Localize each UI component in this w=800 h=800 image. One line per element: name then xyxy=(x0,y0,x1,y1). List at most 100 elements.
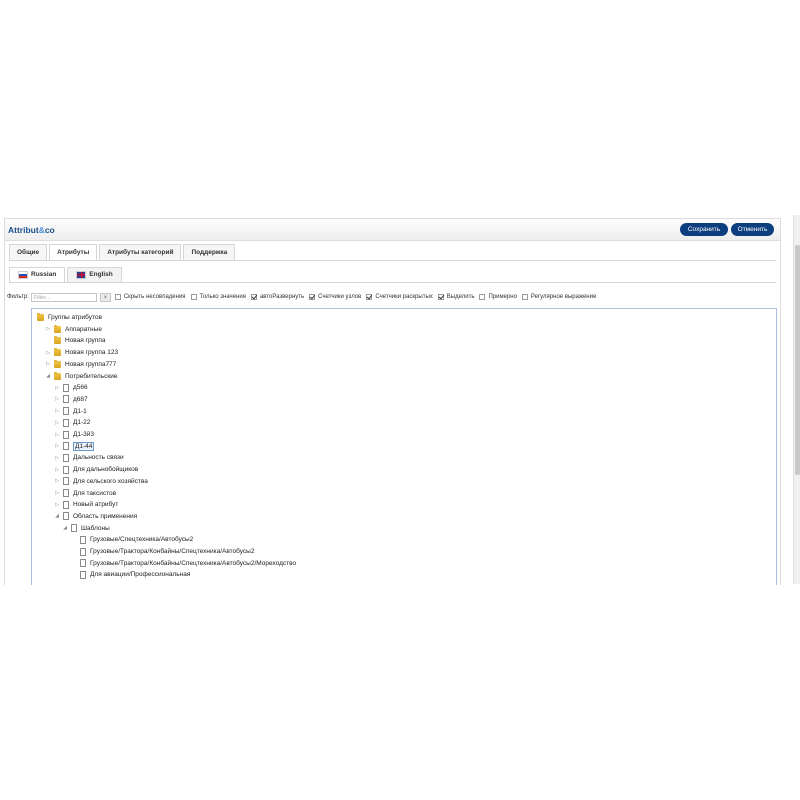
tab-russian[interactable]: Russian xyxy=(9,267,66,283)
tree-node[interactable]: ▷ Аппаратные xyxy=(45,324,102,335)
tree-node-label[interactable]: Грузовые/Спецтехника/Автобусы2 xyxy=(90,536,193,543)
tab-support[interactable]: Поддержка xyxy=(183,244,236,261)
expand-arrow-icon[interactable]: ◢ xyxy=(62,525,68,531)
document-icon xyxy=(80,535,86,544)
cancel-button[interactable]: Отменить xyxy=(731,223,774,236)
checkbox[interactable] xyxy=(114,294,121,300)
checkbox[interactable] xyxy=(521,294,528,300)
expand-arrow-icon[interactable]: ▷ xyxy=(45,326,51,332)
tree-node-label[interactable]: Д1-22 xyxy=(73,419,90,426)
expand-arrow-icon[interactable]: ▷ xyxy=(54,432,60,438)
expand-arrow-icon[interactable]: ▷ xyxy=(54,408,60,414)
filter-option[interactable]: Выделить xyxy=(437,294,474,300)
expand-arrow-icon[interactable]: ▷ xyxy=(45,350,51,356)
filter-option[interactable]: Счетчики узлов xyxy=(309,294,361,300)
checkbox-label: Только значения xyxy=(199,294,246,300)
tree-node[interactable]: ▷ Дальность связи xyxy=(54,452,124,463)
tree-node[interactable]: ▷ Новая группа 123 xyxy=(45,347,118,358)
expand-arrow-icon[interactable]: ▷ xyxy=(54,455,60,461)
tree-node-label[interactable]: Область применения xyxy=(73,513,137,520)
tree-node-label[interactable]: Для таксистов xyxy=(73,490,116,497)
folder-icon xyxy=(54,359,61,368)
tree-node-label[interactable]: д566 xyxy=(73,384,88,391)
tree-node[interactable]: Новая группа xyxy=(45,335,105,346)
tree-node-label[interactable]: Дальность связи xyxy=(73,454,124,461)
attribute-tree[interactable]: Группы атрибутов ▷ Аппаратные Новая группа ▷… xyxy=(31,308,777,585)
filter-option[interactable]: Регулярное выражение xyxy=(521,294,596,300)
checkbox[interactable] xyxy=(250,294,257,300)
tree-node[interactable]: Для авиации/Профессиональная xyxy=(71,569,190,580)
filter-option[interactable]: Скрыть несовпадения xyxy=(114,294,186,300)
tree-node-label[interactable]: Новый атрибут xyxy=(73,501,118,508)
expand-arrow-icon[interactable]: ◢ xyxy=(54,513,60,519)
filter-option[interactable]: автоРазвернуть xyxy=(250,294,304,300)
tree-node-label[interactable]: Д1-3й3 xyxy=(73,431,94,438)
tab-category-attributes[interactable]: Атрибуты категорий xyxy=(99,244,182,261)
tree-node-label[interactable]: Для авиации/Профессиональная xyxy=(90,571,190,578)
tree-node[interactable]: ◢ Шаблоны xyxy=(62,523,110,534)
expand-arrow-icon[interactable]: ◢ xyxy=(45,373,51,379)
tree-node-label[interactable]: Для сельского хозяйства xyxy=(73,478,148,485)
tree-node[interactable]: ▷ Д1-22 xyxy=(54,417,90,428)
folder-icon xyxy=(54,324,61,333)
document-icon xyxy=(63,407,69,416)
tree-node[interactable]: ▷ Д1-1 xyxy=(54,406,87,417)
tabs-divider xyxy=(9,260,776,261)
checkbox[interactable] xyxy=(190,294,197,300)
tree-node[interactable]: ▷ д687 xyxy=(54,394,88,405)
tree-node[interactable]: Грузовые/Спецтехника/Автобусы2 xyxy=(71,534,193,545)
expand-arrow-icon[interactable]: ▷ xyxy=(54,385,60,391)
tree-node-label[interactable]: Группы атрибутов xyxy=(48,314,102,321)
expand-arrow-icon[interactable]: ▷ xyxy=(54,420,60,426)
folder-icon xyxy=(54,348,61,357)
expand-arrow-icon[interactable]: ▷ xyxy=(54,502,60,508)
checkbox[interactable] xyxy=(366,294,373,300)
document-icon xyxy=(71,524,77,533)
tree-node-label[interactable]: Д1-44 xyxy=(73,441,95,451)
tree-node[interactable]: ▷ Новый атрибут xyxy=(54,499,118,510)
save-button[interactable]: Сохранить xyxy=(680,223,728,236)
tree-node[interactable]: ▷ Новая группа777 xyxy=(45,359,116,370)
expand-arrow-icon[interactable]: ▷ xyxy=(54,490,60,496)
checkbox[interactable] xyxy=(437,294,444,300)
tree-node[interactable]: ▷ д566 xyxy=(54,382,88,393)
tree-node[interactable]: ▷ Для сельского хозяйства xyxy=(54,476,148,487)
tree-node[interactable]: Грузовые/Трактора/Конбайны/Спецтехника/А… xyxy=(71,558,296,569)
tree-node[interactable]: ▷ Д1-44 xyxy=(54,441,95,452)
tree-node[interactable]: Группы атрибутов xyxy=(37,312,102,323)
tree-node-label[interactable]: Новая группа777 xyxy=(65,361,116,368)
expand-arrow-icon[interactable]: ▷ xyxy=(54,396,60,402)
tree-node-label[interactable]: Грузовые/Трактора/Конбайны/Спецтехника/А… xyxy=(90,560,296,567)
filter-option[interactable]: Счетчики раскрытых xyxy=(366,294,433,300)
tree-node[interactable]: ▷ Для дальнобойщиков xyxy=(54,464,138,475)
tree-node-label[interactable]: Для дальнобойщиков xyxy=(73,466,138,473)
tree-node[interactable]: ◢ Потребительские xyxy=(45,371,117,382)
tab-english[interactable]: English xyxy=(67,267,122,283)
tab-general[interactable]: Общие xyxy=(9,244,48,261)
scrollbar-thumb[interactable] xyxy=(795,245,800,475)
tree-node[interactable]: Грузовые/Трактора/Конбайны/Спецтехника/А… xyxy=(71,546,254,557)
tree-node[interactable]: ▷ Для таксистов xyxy=(54,488,116,499)
tree-node-label[interactable]: д687 xyxy=(73,396,88,403)
checkbox[interactable] xyxy=(479,294,486,300)
expand-arrow-icon[interactable]: ▷ xyxy=(45,361,51,367)
tab-attributes[interactable]: Атрибуты xyxy=(49,244,98,261)
tree-node-label[interactable]: Аппаратные xyxy=(65,326,102,333)
filter-input[interactable]: Filter... xyxy=(30,292,97,302)
tree-node-label[interactable]: Д1-1 xyxy=(73,408,87,415)
tree-node[interactable]: ◢ Область применения xyxy=(54,511,137,522)
filter-option[interactable]: Только значения xyxy=(190,294,246,300)
checkbox[interactable] xyxy=(309,294,316,300)
tree-node-label[interactable]: Шаблоны xyxy=(81,525,110,532)
tree-node-label[interactable]: Потребительские xyxy=(65,373,117,380)
filter-option[interactable]: Примерно xyxy=(479,294,517,300)
tree-node-label[interactable]: Новая группа xyxy=(65,337,105,344)
expand-arrow-icon[interactable]: ▷ xyxy=(54,443,60,449)
filter-clear-button[interactable]: × xyxy=(99,292,111,302)
tree-node-label[interactable]: Грузовые/Трактора/Конбайны/Спецтехника/А… xyxy=(90,548,254,555)
tree-node-label[interactable]: Новая группа 123 xyxy=(65,349,118,356)
expand-arrow-icon[interactable]: ▷ xyxy=(54,467,60,473)
tree-node[interactable]: ▷ Д1-3й3 xyxy=(54,429,94,440)
page-scrollbar[interactable] xyxy=(793,215,800,584)
expand-arrow-icon[interactable]: ▷ xyxy=(54,478,60,484)
